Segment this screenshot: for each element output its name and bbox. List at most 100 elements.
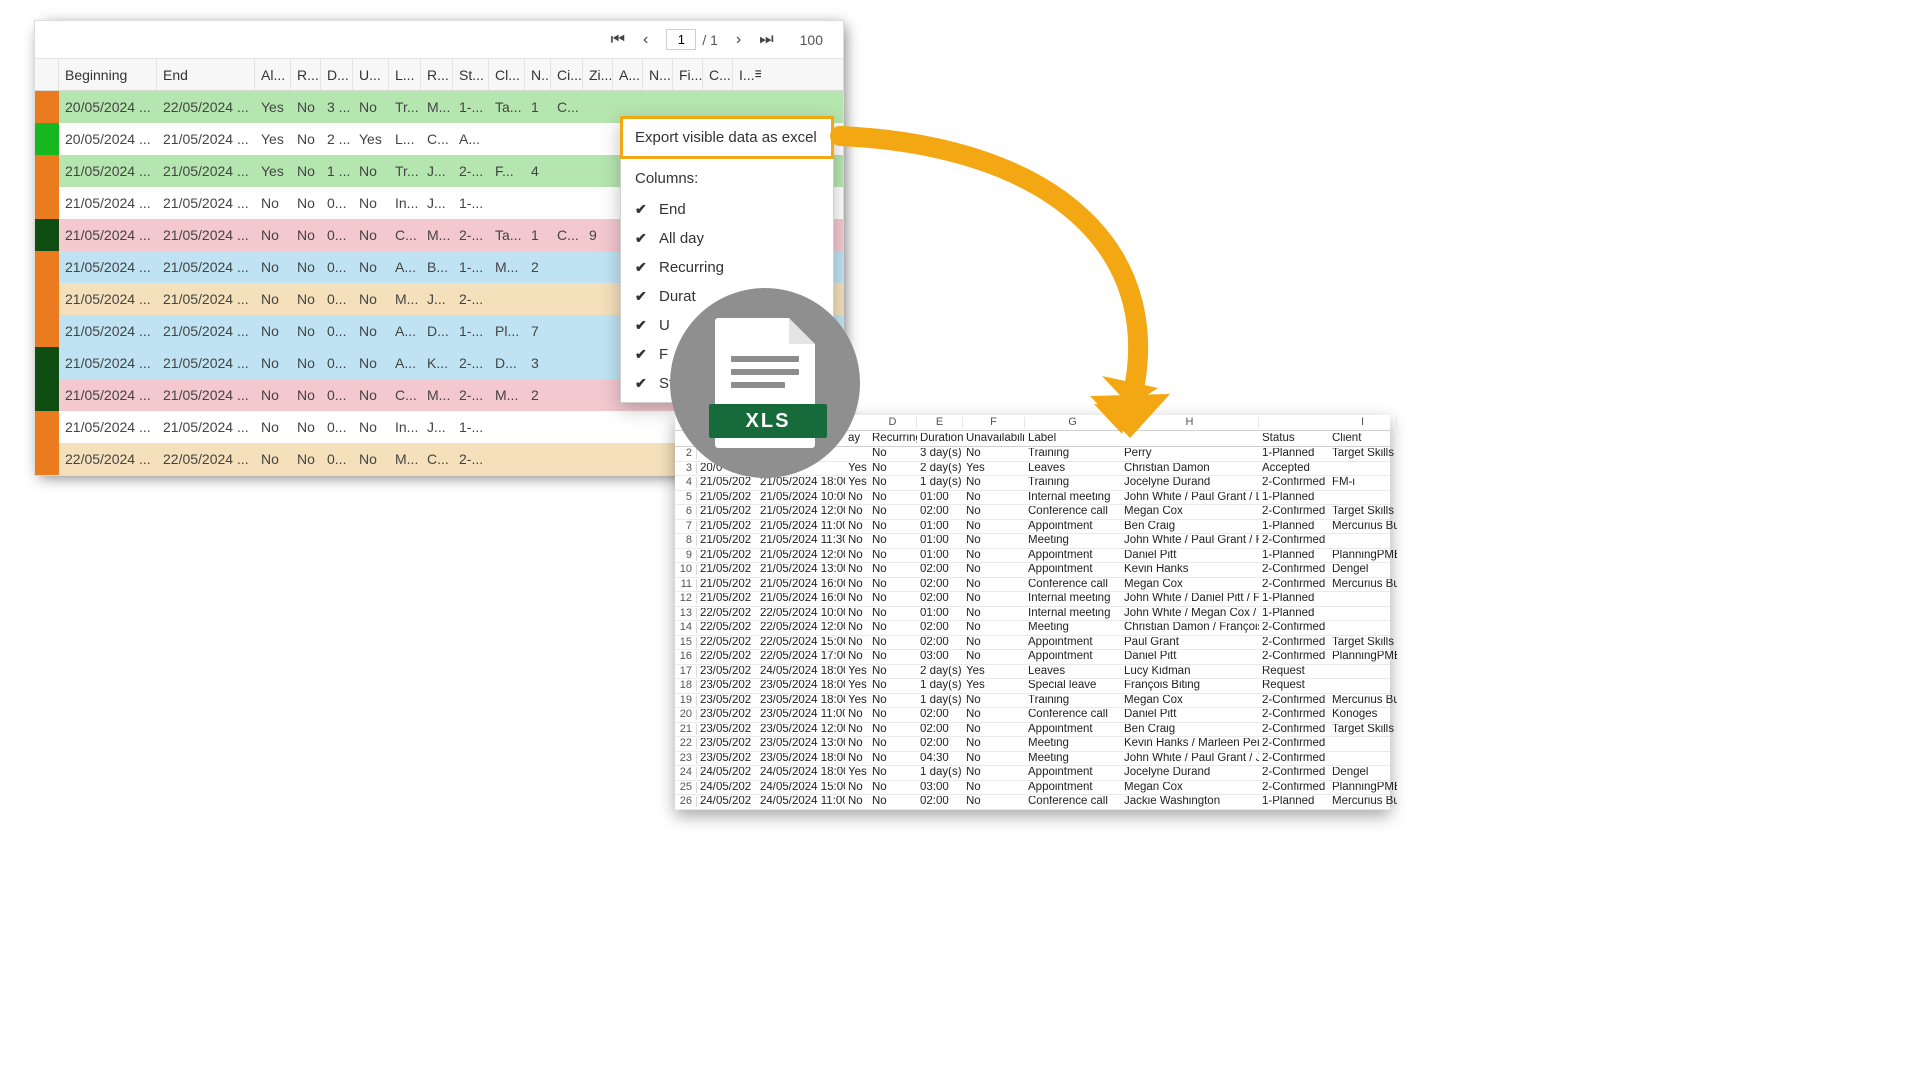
export-visible-excel-button[interactable]: Export visible data as excel — [620, 116, 834, 159]
cell: A... — [389, 315, 421, 347]
excel-cell: 21/05/2024 12:00 — [757, 506, 845, 518]
excel-row-number: 5 — [675, 492, 697, 503]
excel-cell: No — [845, 622, 869, 634]
cell: 21/05/2024 ... — [157, 411, 255, 443]
grid-header-allday[interactable]: Al... — [255, 59, 291, 90]
excel-cell: 1 day(s) — [917, 680, 963, 692]
cell: M... — [389, 283, 421, 315]
grid-header-resource[interactable]: R... — [421, 59, 453, 90]
excel-row: 1622/05/20222/05/2024 17:00NoNo03:00NoAp… — [675, 650, 1390, 665]
grid-header-end[interactable]: End — [157, 59, 255, 90]
excel-cell: PlanningPME — [1329, 651, 1397, 663]
excel-cell: PlanningPME — [1329, 550, 1397, 562]
column-toggle-item[interactable]: ✔All day — [621, 224, 833, 253]
grid-header-client[interactable]: Cl... — [489, 59, 525, 90]
excel-cell: Training — [1025, 448, 1121, 460]
grid-header-n2[interactable]: N... — [643, 59, 673, 90]
excel-cell: 23/05/2024 11:00 — [757, 709, 845, 721]
excel-cell: No — [845, 782, 869, 794]
excel-cell: Meeting — [1025, 753, 1121, 765]
cell: 21/05/2024 ... — [59, 187, 157, 219]
excel-row-number: 15 — [675, 637, 697, 648]
excel-cell: 2-Confirmed — [1259, 506, 1329, 518]
excel-cell: 23/05/2024 18:00 — [757, 695, 845, 707]
excel-cell: 23/05/2024 12:00 — [757, 724, 845, 736]
cell: 20/05/2024 ... — [59, 123, 157, 155]
excel-row: 1422/05/20222/05/2024 12:00NoNo02:00NoMe… — [675, 621, 1390, 636]
excel-cell: John White / Daniel Pitt / Franço — [1121, 593, 1259, 605]
cell — [643, 443, 673, 475]
row-color-chip — [35, 123, 59, 155]
grid-header-zip[interactable]: Zi... — [583, 59, 613, 90]
grid-header-fi[interactable]: Fi... — [673, 59, 703, 90]
cell — [525, 443, 551, 475]
excel-cell: No — [963, 506, 1025, 518]
column-toggle-item[interactable]: ✔End — [621, 195, 833, 224]
excel-cell: Megan Cox — [1121, 695, 1259, 707]
excel-cell: Megan Cox — [1121, 782, 1259, 794]
pager-page-input[interactable] — [666, 29, 696, 50]
excel-row-number: 9 — [675, 550, 697, 561]
cell: A... — [389, 251, 421, 283]
cell: No — [255, 187, 291, 219]
check-icon: ✔ — [635, 230, 649, 247]
excel-cell: Leaves — [1025, 463, 1121, 475]
excel-cell: Training — [1025, 477, 1121, 489]
grid-header-n1[interactable]: N... — [525, 59, 551, 90]
grid-header-unavail[interactable]: U... — [353, 59, 389, 90]
excel-row: 1723/05/20224/05/2024 18:00YesNo2 day(s)… — [675, 665, 1390, 680]
cell: No — [353, 219, 389, 251]
check-icon: ✔ — [635, 288, 649, 305]
grid-header-c[interactable]: C... — [703, 59, 733, 90]
grid-header-a[interactable]: A... — [613, 59, 643, 90]
column-toggle-item[interactable]: ✔Recurring — [621, 253, 833, 282]
excel-cell: No — [963, 593, 1025, 605]
excel-cell: Paul Grant — [1121, 637, 1259, 649]
excel-cell: 23/05/2024 18:00 — [757, 753, 845, 765]
cell: L... — [389, 123, 421, 155]
grid-header-status[interactable]: St... — [453, 59, 489, 90]
cell: Yes — [255, 91, 291, 123]
pager-prev-icon[interactable]: ‹ — [643, 31, 648, 49]
excel-cell: Internal meeting — [1025, 593, 1121, 605]
pager-next-icon[interactable]: › — [736, 31, 741, 49]
excel-row-number: 8 — [675, 535, 697, 546]
cell: No — [353, 283, 389, 315]
cell: No — [255, 251, 291, 283]
grid-header-duration[interactable]: D... — [321, 59, 353, 90]
excel-row: 1823/05/20223/05/2024 18:00YesNo1 day(s)… — [675, 679, 1390, 694]
pager-pagesize[interactable]: 100 — [800, 32, 823, 48]
excel-cell: 22/05/2024 12:00 — [757, 622, 845, 634]
cell: 0... — [321, 315, 353, 347]
grid-header-menu[interactable]: I...≡ — [733, 59, 761, 90]
row-color-chip — [35, 379, 59, 411]
excel-cell: 02:00 — [917, 724, 963, 736]
excel-cell: 04:30 — [917, 753, 963, 765]
pager-last-icon[interactable]: ⏭ — [759, 31, 773, 49]
cell: 2-... — [453, 443, 489, 475]
grid-header-label[interactable]: L... — [389, 59, 421, 90]
pager-first-icon[interactable]: ⏮ — [611, 31, 625, 49]
excel-row: 2023/05/20223/05/2024 11:00NoNo02:00NoCo… — [675, 708, 1390, 723]
excel-cell: Kevin Hanks / Marleen Perry / M — [1121, 738, 1259, 750]
excel-cell: 1-Planned — [1259, 796, 1329, 808]
excel-cell: 02:00 — [917, 637, 963, 649]
excel-cell: Leaves — [1025, 666, 1121, 678]
cell: C... — [389, 219, 421, 251]
burger-icon[interactable]: ≡ — [755, 66, 761, 84]
column-toggle-label: F — [659, 346, 668, 363]
cell: 2 — [525, 379, 551, 411]
check-icon: ✔ — [635, 346, 649, 363]
grid-header-beginning[interactable]: Beginning — [59, 59, 157, 90]
grid-header-city[interactable]: Ci... — [551, 59, 583, 90]
excel-cell: Appointment — [1025, 724, 1121, 736]
grid-header-recurring[interactable]: R... — [291, 59, 321, 90]
excel-cell: No — [963, 535, 1025, 547]
cell — [551, 251, 583, 283]
excel-row: 621/05/20221/05/2024 12:00NoNo02:00NoCon… — [675, 505, 1390, 520]
excel-row: 1021/05/20221/05/2024 13:00NoNo02:00NoAp… — [675, 563, 1390, 578]
excel-cell: PlanningPME — [1329, 782, 1397, 794]
cell: 3 — [525, 347, 551, 379]
cell: M... — [389, 443, 421, 475]
excel-cell: Daniel Pitt — [1121, 651, 1259, 663]
